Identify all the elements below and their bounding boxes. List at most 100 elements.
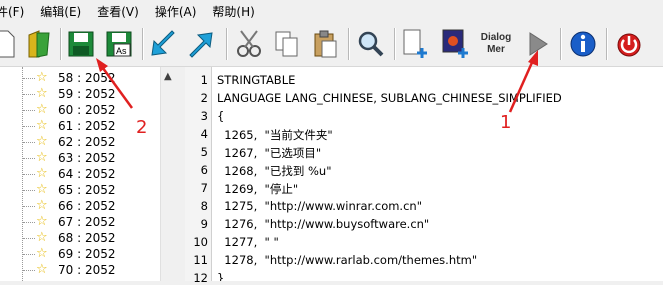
code-line: 1265, "当前文件夹": [217, 128, 333, 142]
save-button[interactable]: [64, 26, 98, 62]
open-file-button[interactable]: [22, 26, 56, 62]
tree-item-label: 66 : 2052: [58, 199, 116, 213]
save-as-icon: As: [106, 31, 132, 57]
tree-item[interactable]: ☆ 60 : 2052: [0, 102, 160, 118]
star-icon: ☆: [36, 182, 48, 197]
scroll-up-icon[interactable]: ▲: [164, 71, 172, 82]
line-number: 2: [200, 91, 208, 105]
line-number: 5: [200, 145, 208, 159]
tree-item-label: 60 : 2052: [58, 103, 116, 117]
tree-item[interactable]: ☆ 59 : 2052: [0, 86, 160, 102]
tree-scrollbar[interactable]: ▲: [160, 67, 179, 281]
line-number: 7: [200, 181, 208, 195]
line-number: 9: [200, 217, 208, 231]
menu-file[interactable]: 件(F): [0, 3, 32, 20]
line-number: 3: [200, 109, 208, 123]
tree-item[interactable]: ☆ 64 : 2052: [0, 166, 160, 182]
code-editor[interactable]: STRINGTABLE LANGUAGE LANG_CHINESE, SUBLA…: [212, 67, 663, 281]
menu-bar: 件(F) 编辑(E) 查看(V) 操作(A) 帮助(H): [0, 0, 663, 22]
save-as-button[interactable]: As: [102, 26, 136, 62]
paste-button[interactable]: [308, 26, 342, 62]
add-image-button[interactable]: [438, 26, 472, 62]
tree-item-label: 63 : 2052: [58, 151, 116, 165]
line-number-gutter: 1 2 3 4 5 6 7 8 9 10 11 12: [185, 67, 212, 285]
line-number: 8: [200, 199, 208, 213]
tree-item[interactable]: ☆ 63 : 2052: [0, 150, 160, 166]
star-icon: ☆: [36, 118, 48, 133]
line-number: 10: [193, 235, 208, 249]
star-icon: ☆: [36, 102, 48, 117]
open-file-icon: [28, 30, 50, 58]
dialog-menu-button[interactable]: Dialog Mer: [476, 26, 516, 62]
star-icon: ☆: [36, 230, 48, 245]
dialog-label: Dialog: [480, 32, 512, 43]
code-line: 1276, "http://www.buysoftware.cn": [217, 217, 430, 231]
resource-tree: ☆ 58 : 2052 ☆ 59 : 2052 ☆ 60 : 2052 ☆ 61…: [0, 67, 179, 281]
copy-icon: [275, 31, 298, 57]
toolbar: As Dialog Mer: [0, 22, 663, 67]
new-file-button[interactable]: [0, 26, 20, 62]
arrow-right-icon: [189, 32, 213, 58]
star-icon: ☆: [36, 70, 48, 85]
menu-action[interactable]: 操作(A): [147, 3, 205, 20]
code-line: 1269, "停止": [217, 182, 299, 196]
import-button[interactable]: [146, 26, 180, 62]
star-icon: ☆: [36, 166, 48, 181]
tree-item[interactable]: ☆ 66 : 2052: [0, 198, 160, 214]
info-button[interactable]: [566, 26, 600, 62]
annotation-label-1: 1: [500, 112, 512, 133]
tree-item-label: 65 : 2052: [58, 183, 116, 197]
annotation-label-2: 2: [136, 117, 148, 138]
tree-item-label: 67 : 2052: [58, 215, 116, 229]
code-line: 1275, "http://www.winrar.com.cn": [217, 199, 422, 213]
star-icon: ☆: [36, 262, 48, 277]
tree-item-label: 62 : 2052: [58, 135, 116, 149]
tree-item-label: 68 : 2052: [58, 231, 116, 245]
new-file-icon: [0, 30, 15, 58]
exit-button[interactable]: [612, 26, 646, 62]
tree-item[interactable]: ☆ 65 : 2052: [0, 182, 160, 198]
line-number: 6: [200, 163, 208, 177]
tree-item[interactable]: ☆ 69 : 2052: [0, 246, 160, 262]
tree-item-label: 70 : 2052: [58, 263, 116, 277]
menu-view[interactable]: 查看(V): [89, 3, 147, 20]
tree-item-label: 69 : 2052: [58, 247, 116, 261]
tree-item-label: 61 : 2052: [58, 119, 116, 133]
tree-item-label: 58 : 2052: [58, 71, 116, 85]
svg-text:As: As: [116, 46, 127, 56]
find-icon: [358, 31, 384, 57]
line-number: 12: [193, 271, 208, 285]
star-icon: ☆: [36, 134, 48, 149]
menu-label: Mer: [487, 44, 505, 55]
run-button[interactable]: [520, 26, 554, 62]
code-line: STRINGTABLE: [217, 73, 296, 87]
star-icon: ☆: [36, 86, 48, 101]
menu-edit[interactable]: 编辑(E): [32, 3, 89, 20]
line-number: 4: [200, 127, 208, 141]
add-image-icon: [442, 29, 468, 58]
info-icon: [570, 31, 596, 57]
tree-item[interactable]: ☆ 67 : 2052: [0, 214, 160, 230]
tree-item-label: 59 : 2052: [58, 87, 116, 101]
star-icon: ☆: [36, 246, 48, 261]
code-line: 1267, "已选项目": [217, 146, 322, 160]
copy-button[interactable]: [270, 26, 304, 62]
tree-item[interactable]: ☆ 58 : 2052: [0, 70, 160, 86]
star-icon: ☆: [36, 214, 48, 229]
code-line: {: [217, 109, 225, 123]
star-icon: ☆: [36, 150, 48, 165]
add-resource-button[interactable]: [398, 26, 432, 62]
tree-item[interactable]: ☆ 70 : 2052: [0, 262, 160, 278]
menu-help[interactable]: 帮助(H): [204, 3, 262, 20]
code-line: 1277, " ": [217, 235, 279, 249]
tree-item[interactable]: ☆ 68 : 2052: [0, 230, 160, 246]
tree-item-label: 64 : 2052: [58, 167, 116, 181]
add-resource-icon: [403, 29, 427, 58]
export-button[interactable]: [184, 26, 218, 62]
line-number: 1: [200, 73, 208, 87]
paste-icon: [314, 30, 337, 58]
cut-button[interactable]: [232, 26, 266, 62]
find-button[interactable]: [354, 26, 388, 62]
line-number: 11: [193, 253, 208, 267]
save-icon: [68, 31, 94, 57]
